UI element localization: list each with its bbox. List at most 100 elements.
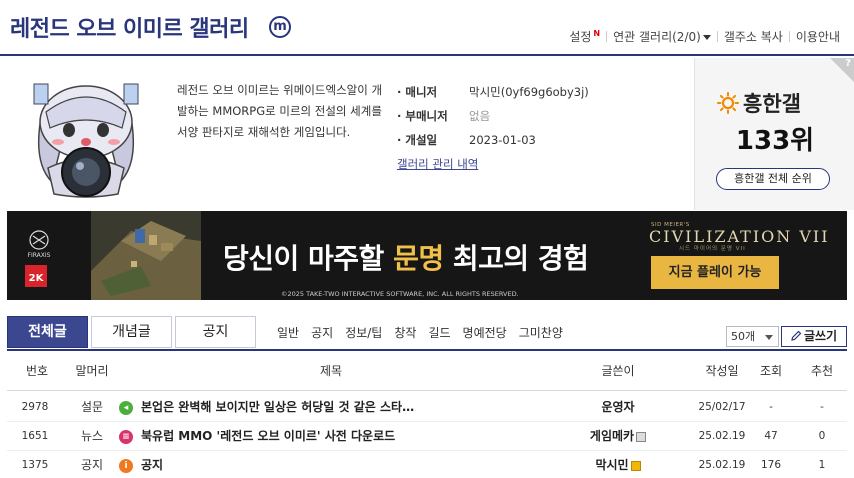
subtab-info-tips[interactable]: 정보/팁	[345, 324, 382, 341]
post-title-text: 공지	[141, 458, 164, 472]
post-recommend: -	[820, 401, 824, 413]
2k-logo-text: 2K	[29, 273, 45, 284]
new-badge: N	[593, 29, 601, 38]
post-views: 176	[760, 459, 782, 471]
subtab-creation[interactable]: 창작	[394, 324, 416, 341]
gallery-header: 레전드 오브 이미르 갤러리 m 설정 N 연관 갤러리(2/0) 갤주소 복사 …	[0, 0, 854, 56]
post-views: -	[769, 401, 773, 413]
gallery-title[interactable]: 레전드 오브 이미르 갤러리	[10, 11, 249, 43]
notice-icon: i	[119, 458, 133, 473]
submanager-row: 부매니저 없음	[397, 104, 589, 128]
settings-link[interactable]: 설정 N	[563, 28, 606, 45]
manager-label: 매니저	[397, 84, 469, 100]
subtab-guild[interactable]: 길드	[428, 324, 450, 341]
post-head: 공지	[80, 458, 104, 472]
author-name: 게임메카	[589, 429, 635, 443]
headline-highlight: 문명	[393, 242, 444, 275]
tab-concept[interactable]: 개념글	[91, 316, 172, 348]
banner-headline: 당신이 마주할 문명 최고의 경험	[223, 237, 589, 277]
submanager-value: 없음	[469, 109, 491, 123]
table-row[interactable]: 1375 공지 i 공지 막시민 25.02.19 176 1	[7, 451, 847, 478]
manager-value[interactable]: 막시민(0yf69g6oby3j)	[469, 84, 589, 100]
col-views: 조회	[759, 364, 783, 378]
related-gallery-dropdown[interactable]: 연관 갤러리(2/0)	[607, 28, 717, 45]
post-number: 1375	[21, 459, 49, 471]
subtab-general[interactable]: 일반	[277, 324, 299, 341]
table-row[interactable]: 2978 설문 ◂ 본업은 완벽해 보이지만 일상은 허당일 것 같은 스타… …	[7, 393, 847, 422]
write-label: 글쓰기	[803, 329, 838, 343]
full-rank-button[interactable]: 흥한갤 전체 순위	[716, 168, 830, 190]
post-head: 설문	[80, 400, 104, 414]
ad-banner[interactable]: FIRAXIS 2K 당신이 마주할 문명 최고의 경험 ©2025 TAKE-…	[7, 211, 847, 300]
game-artwork-image	[91, 211, 201, 300]
subtab-hall-of-fame[interactable]: 명예전당	[463, 324, 507, 341]
author-name: 막시민	[595, 458, 629, 472]
news-icon: ≡	[119, 429, 133, 444]
col-head: 말머리	[75, 364, 109, 378]
top-links: 설정 N 연관 갤러리(2/0) 갤주소 복사 이용안내	[563, 28, 846, 45]
post-author[interactable]: 운영자	[573, 393, 663, 422]
post-recommend: 1	[818, 459, 826, 471]
gallery-description: 레전드 오브 이미르는 위메이드엑스알이 개발하는 MMORPG로 미르의 전설…	[177, 83, 383, 139]
rank-box: ? 흥한갤 133위 흥한갤 전체 순위	[694, 58, 854, 210]
write-post-button[interactable]: 글쓰기	[781, 326, 847, 347]
col-recommend: 추천	[810, 364, 834, 378]
play-now-button[interactable]: 지금 플레이 가능	[651, 256, 779, 289]
col-title: 제목	[319, 364, 343, 378]
rank-title-label: 흥한갤	[743, 92, 801, 116]
post-table-header: 번호 말머리 제목 글쓴이 작성일 조회 추천	[7, 349, 847, 391]
post-head: 뉴스	[80, 429, 104, 443]
col-date: 작성일	[705, 364, 739, 378]
post-count-select[interactable]: 50개	[726, 326, 779, 347]
subtab-notice[interactable]: 공지	[311, 324, 333, 341]
post-count-value: 50개	[731, 330, 756, 343]
tab-all[interactable]: 전체글	[7, 316, 88, 348]
rank-title: 흥한갤	[717, 88, 801, 118]
banner-game-tagline: 시드 마이어의 문명 VII	[679, 246, 746, 252]
post-recommend: 0	[818, 430, 826, 442]
publisher-logos: FIRAXIS 2K	[25, 230, 51, 287]
tab-notice[interactable]: 공지	[175, 316, 256, 348]
col-author: 글쓴이	[601, 364, 635, 378]
post-views: 47	[764, 430, 778, 442]
post-number: 2978	[21, 401, 49, 413]
manager-badge-icon	[630, 460, 641, 471]
post-title[interactable]: i 공지	[119, 451, 559, 478]
fixed-nick-icon	[636, 431, 647, 442]
col-no: 번호	[25, 364, 49, 378]
post-author[interactable]: 막시민	[573, 451, 663, 478]
opened-label: 개설일	[397, 132, 469, 148]
list-tabs: 전체글 개념글 공지 일반 공지 정보/팁 창작 길드 명예전당 그미찬양 50…	[7, 316, 854, 349]
minor-gallery-badge-icon: m	[269, 16, 291, 38]
pencil-icon	[791, 330, 802, 341]
headline-prefix: 당신이 마주할	[223, 242, 394, 275]
caret-down-icon	[765, 335, 773, 340]
survey-icon: ◂	[119, 400, 133, 415]
post-date: 25.02.19	[698, 430, 746, 442]
subtab-praise[interactable]: 그미찬양	[519, 324, 563, 341]
post-title-text: 북유럽 MMO '레전드 오브 이미르' 사전 다운로드	[141, 429, 396, 443]
copy-address-link[interactable]: 갤주소 복사	[718, 28, 789, 45]
table-row[interactable]: 1651 뉴스 ≡ 북유럽 MMO '레전드 오브 이미르' 사전 다운로드 게…	[7, 422, 847, 451]
opened-row: 개설일 2023-01-03	[397, 128, 589, 152]
related-gallery-label: 연관 갤러리(2/0)	[613, 30, 701, 44]
banner-copyright: ©2025 TAKE-TWO INTERACTIVE SOFTWARE, INC…	[281, 290, 519, 298]
caret-down-icon	[702, 35, 711, 40]
post-author[interactable]: 게임메카	[573, 422, 663, 451]
sub-tabs: 일반 공지 정보/팁 창작 길드 명예전당 그미찬양	[277, 324, 563, 341]
help-icon[interactable]: ?	[845, 58, 851, 69]
admin-history-link[interactable]: 갤러리 관리 내역	[397, 156, 589, 172]
gallery-info: 레전드 오브 이미르는 위메이드엑스알이 개발하는 MMORPG로 미르의 전설…	[0, 58, 854, 210]
headline-suffix: 최고의 경험	[443, 242, 589, 275]
guide-link[interactable]: 이용안내	[790, 28, 846, 45]
firaxis-logo-text: FIRAXIS	[28, 252, 51, 259]
post-title[interactable]: ≡ 북유럽 MMO '레전드 오브 이미르' 사전 다운로드	[119, 422, 559, 451]
sun-icon	[717, 92, 739, 114]
post-date: 25.02.19	[698, 459, 746, 471]
opened-value: 2023-01-03	[469, 133, 536, 147]
rank-value: 133위	[735, 126, 815, 156]
post-number: 1651	[21, 430, 49, 442]
post-title-text: 본업은 완벽해 보이지만 일상은 허당일 것 같은 스타…	[141, 400, 415, 414]
gallery-mascot-image	[33, 83, 139, 198]
post-title[interactable]: ◂ 본업은 완벽해 보이지만 일상은 허당일 것 같은 스타…	[119, 393, 559, 422]
